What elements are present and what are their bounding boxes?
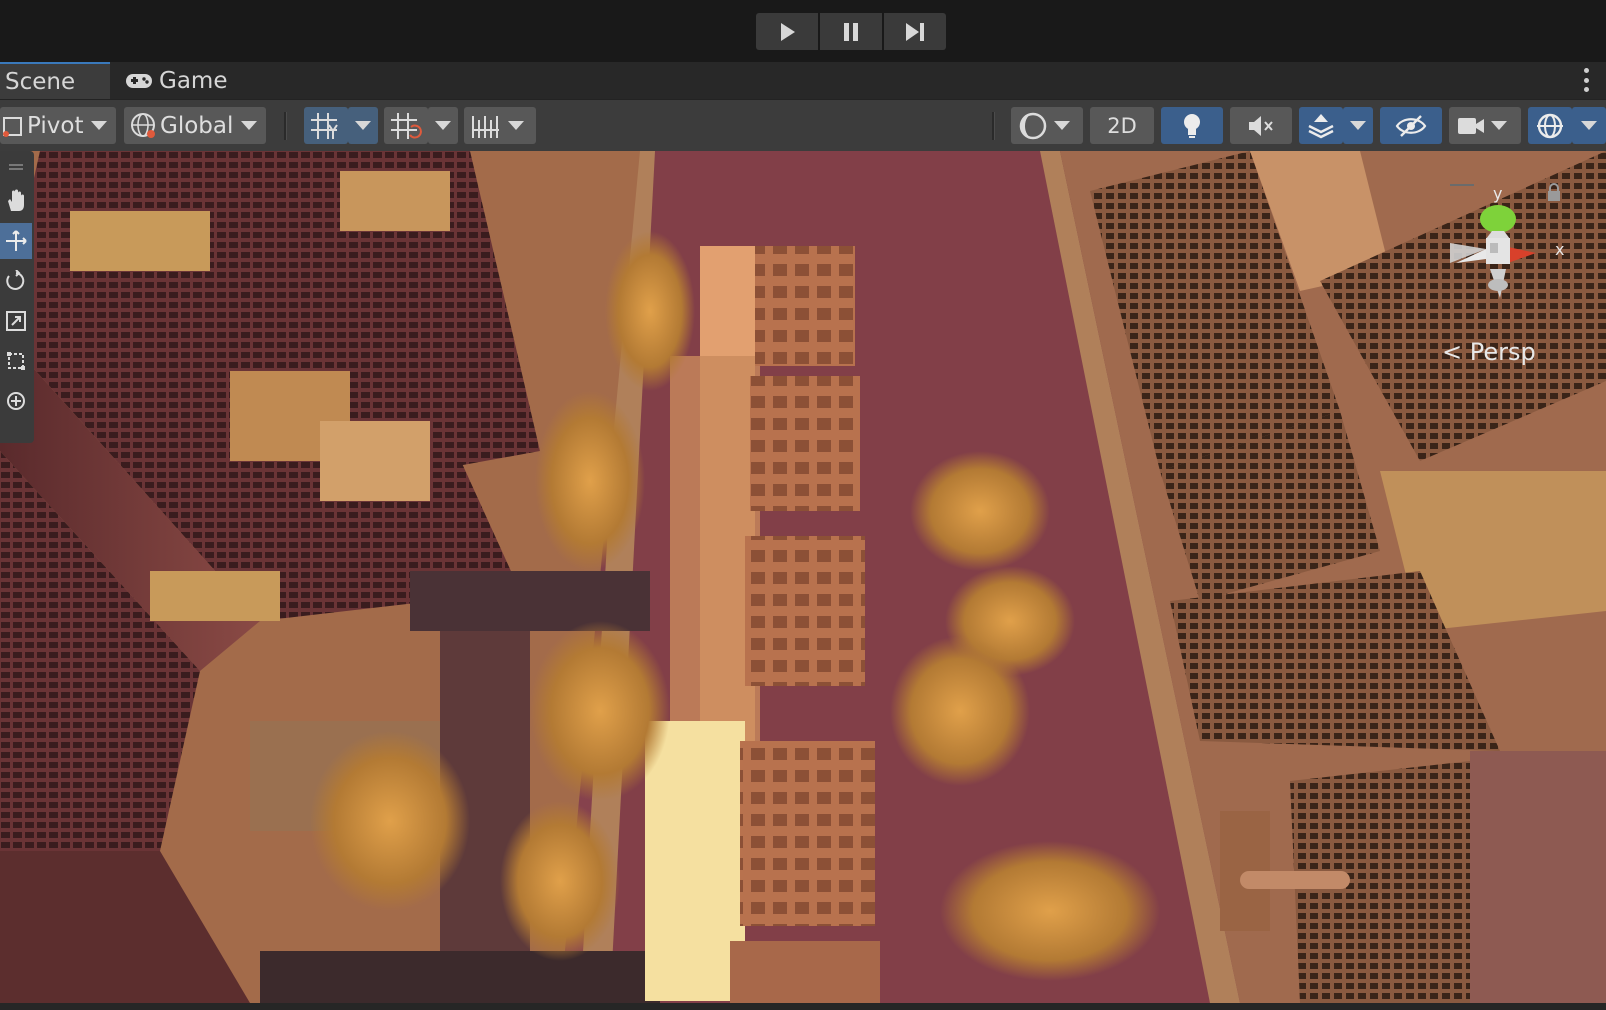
rotate-tool-button[interactable] bbox=[0, 263, 32, 299]
camera-settings-dropdown[interactable] bbox=[1449, 107, 1521, 144]
pivot-dropdown[interactable]: Pivot bbox=[0, 107, 116, 144]
gizmo-x-label: x bbox=[1555, 240, 1564, 259]
pivot-label: Pivot bbox=[27, 112, 84, 139]
orientation-gizmo[interactable]: y x bbox=[1430, 183, 1570, 323]
play-toolbar bbox=[0, 0, 1606, 62]
mute-icon bbox=[1249, 115, 1273, 136]
step-button[interactable] bbox=[884, 13, 946, 50]
lighting-toggle[interactable] bbox=[1161, 107, 1223, 144]
tab-game[interactable]: Game bbox=[125, 62, 245, 99]
rotate-icon bbox=[6, 270, 25, 290]
view-tab-bar: Scene Game bbox=[0, 62, 1606, 99]
chevron-down-icon bbox=[91, 121, 108, 130]
viewport-bottom-border bbox=[0, 1003, 1606, 1010]
persp-label: Persp bbox=[1469, 338, 1536, 366]
toolbar-separator bbox=[284, 112, 287, 140]
scale-tool-button[interactable] bbox=[0, 303, 32, 339]
tools-overlay bbox=[0, 151, 34, 443]
chevron-down-icon bbox=[508, 121, 524, 130]
transform-tool-button[interactable] bbox=[0, 383, 32, 419]
draw-mode-dropdown[interactable] bbox=[1011, 107, 1083, 144]
shaded-sphere-icon bbox=[1019, 112, 1047, 139]
chevron-left-icon: < bbox=[1442, 338, 1470, 366]
gizmo-y-label: y bbox=[1493, 184, 1502, 203]
grid-snap-dropdown[interactable] bbox=[348, 107, 378, 144]
global-label: Global bbox=[160, 112, 234, 139]
effects-toggle[interactable] bbox=[1299, 107, 1343, 144]
chevron-down-icon bbox=[1581, 121, 1597, 130]
tab-scene[interactable]: Scene bbox=[0, 62, 110, 99]
pivot-icon bbox=[3, 116, 22, 137]
rect-transform-icon bbox=[7, 352, 25, 370]
grid-increment-dropdown[interactable] bbox=[428, 107, 458, 144]
chevron-down-icon bbox=[355, 121, 371, 130]
snap-settings-dropdown[interactable] bbox=[464, 107, 536, 144]
drag-handle-icon bbox=[9, 164, 23, 170]
more-options-icon[interactable] bbox=[1584, 68, 1590, 92]
eye-hidden-icon bbox=[1395, 114, 1427, 137]
chevron-down-icon bbox=[241, 121, 258, 130]
scene-toolbar: Pivot Global 2D bbox=[0, 99, 1606, 151]
effects-layers-icon bbox=[1308, 113, 1334, 138]
play-icon bbox=[781, 22, 795, 41]
rect-tool-button[interactable] bbox=[0, 343, 32, 379]
hand-tool-button[interactable] bbox=[0, 183, 32, 219]
grid-snap-icon bbox=[311, 112, 338, 139]
transform-icon bbox=[7, 392, 25, 410]
lock-icon[interactable] bbox=[1548, 183, 1560, 201]
scale-icon bbox=[6, 311, 26, 331]
chevron-down-icon bbox=[1350, 121, 1366, 130]
toolbar-separator bbox=[992, 112, 995, 140]
lightbulb-icon bbox=[1184, 113, 1200, 138]
hand-icon bbox=[8, 189, 24, 211]
grid-increment-icon bbox=[391, 112, 422, 139]
ruler-grid-icon bbox=[472, 115, 499, 138]
grid-snap-toggle[interactable] bbox=[304, 107, 348, 144]
move-tool-button[interactable] bbox=[0, 223, 32, 259]
move-arrows-icon bbox=[6, 230, 27, 251]
pause-icon bbox=[844, 22, 858, 41]
tab-scene-label: Scene bbox=[5, 68, 76, 95]
overlay-drag-handle[interactable] bbox=[0, 157, 32, 177]
toggle-2d-label: 2D bbox=[1107, 113, 1137, 138]
effects-dropdown[interactable] bbox=[1343, 107, 1373, 144]
gizmos-dropdown[interactable] bbox=[1572, 107, 1606, 144]
chevron-down-icon bbox=[1054, 121, 1070, 130]
projection-toggle[interactable]: < Persp bbox=[1442, 338, 1536, 366]
grid-increment-toggle[interactable] bbox=[384, 107, 428, 144]
globe-icon bbox=[131, 112, 155, 138]
chevron-down-icon bbox=[435, 121, 451, 130]
camera-icon bbox=[1458, 117, 1484, 134]
step-forward-icon bbox=[906, 22, 924, 41]
toggle-2d-button[interactable]: 2D bbox=[1090, 107, 1154, 144]
scene-viewport[interactable] bbox=[0, 151, 1606, 1003]
tab-game-label: Game bbox=[159, 67, 228, 94]
play-button[interactable] bbox=[756, 13, 818, 50]
global-dropdown[interactable]: Global bbox=[124, 107, 266, 144]
gizmos-toggle[interactable] bbox=[1528, 107, 1572, 144]
pause-button[interactable] bbox=[820, 13, 882, 50]
chevron-down-icon bbox=[1491, 121, 1507, 130]
audio-toggle[interactable] bbox=[1230, 107, 1292, 144]
gizmos-icon bbox=[1537, 113, 1563, 138]
play-controls bbox=[756, 13, 946, 50]
scene-visibility-toggle[interactable] bbox=[1380, 107, 1442, 144]
gamepad-icon bbox=[126, 73, 152, 88]
city-scene-render bbox=[0, 151, 1606, 1003]
